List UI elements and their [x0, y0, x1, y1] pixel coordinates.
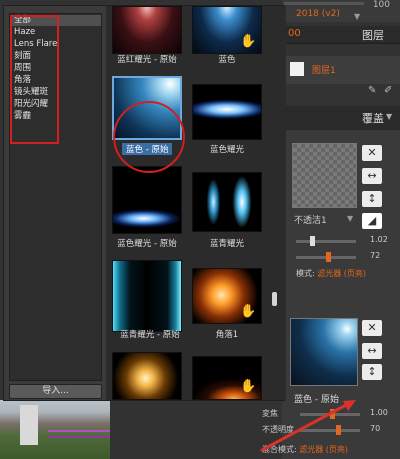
tile-caption: 蓝红耀光 - 原始 [117, 55, 177, 65]
texture-tile[interactable] [112, 6, 182, 54]
pencil-icon[interactable]: ✎ [368, 85, 376, 96]
chevron-down-icon[interactable]: ▼ [386, 112, 392, 121]
top-number: 100 [372, 0, 390, 10]
tile-caption: 蓝青耀光 - 原始 [120, 330, 180, 340]
tile-caption: 蓝色耀光 - 原始 [117, 239, 177, 249]
scrollbar-thumb[interactable] [272, 292, 277, 306]
layers-header: 00 图层 [282, 26, 400, 44]
slider-knob[interactable] [330, 409, 335, 419]
tile-caption-selected: 蓝色 - 原始 [122, 143, 173, 155]
tile-caption: 蓝色 [218, 55, 236, 65]
layers-header-number: 00 [288, 28, 301, 39]
zoom-slider[interactable] [300, 409, 360, 419]
zoom-value: 1.00 [370, 408, 388, 417]
flare-caption: 蓝色 - 原始 [294, 395, 339, 405]
photo-rail [48, 430, 110, 432]
texture-grid: 蓝红耀光 - 原始 蓝色 ✋ 蓝色 - 原始 蓝色耀光 蓝色耀光 - 原始 蓝青… [106, 6, 286, 400]
texture-tile[interactable] [192, 84, 262, 140]
blend-mode-1-value: 滤光器 (页亮) [317, 269, 367, 278]
tile-caption: 蓝青耀光 [209, 239, 244, 249]
tile-caption: 角落1 [215, 330, 239, 340]
category-item[interactable]: 角落 [10, 75, 101, 86]
slider-1[interactable] [296, 236, 356, 246]
invert-button[interactable]: ◢ [362, 213, 382, 229]
hand-icon[interactable]: ✋ [240, 34, 256, 49]
texture-tile-selected[interactable] [112, 76, 182, 140]
category-item[interactable]: Haze [10, 27, 101, 38]
texture-tile[interactable] [192, 172, 262, 232]
flare-thumbnail[interactable] [290, 318, 358, 386]
chevron-down-icon[interactable]: ▼ [354, 12, 360, 21]
blend-mode-2[interactable]: 混合模式: 滤光器 (页亮) [262, 444, 348, 455]
chevron-down-icon[interactable]: ▼ [347, 214, 353, 223]
category-item[interactable]: Lens Flare [10, 39, 101, 50]
top-strip: 100 2018 (v2) ▼ [282, 0, 400, 22]
opacity-value: 70 [370, 424, 381, 433]
category-item[interactable]: 雾霾 [10, 111, 101, 122]
texture-caption: 不透洁1 [294, 216, 327, 226]
layer-tools: ✎ ✐ [282, 84, 400, 100]
layer-name: 图层1 [312, 66, 336, 76]
slider-1-value: 1.02 [370, 235, 388, 244]
photo-post [20, 405, 38, 445]
texture-tile[interactable] [112, 166, 182, 234]
zoom-label: 変焦 [262, 409, 278, 418]
texture-tile[interactable] [112, 260, 182, 332]
blend-mode-2-label: 混合模式: [262, 445, 297, 454]
slider-2[interactable] [296, 252, 356, 262]
category-list[interactable]: 全部 Haze Lens Flare 刻面 周围 角落 镜头耀斑 阳光闪耀 雾霾 [9, 13, 102, 381]
flip-horizontal-button[interactable]: ↔ [362, 343, 382, 359]
shuffle-button[interactable]: ✕ [362, 320, 382, 336]
texture-tile[interactable] [112, 352, 182, 400]
blend-mode-1[interactable]: 模式: 滤光器 (页亮) [296, 268, 366, 279]
category-item[interactable]: 镜头耀斑 [10, 87, 101, 98]
layer-row[interactable]: 图层1 [282, 56, 400, 84]
hand-icon[interactable]: ✋ [240, 379, 256, 394]
category-item[interactable]: 阳光闪耀 [10, 99, 101, 110]
overlay-header: 覆盖 ▼ [282, 106, 400, 130]
shuffle-button[interactable]: ✕ [362, 145, 382, 161]
layers-title[interactable]: 图层 [362, 27, 384, 43]
import-button[interactable]: 导入... [9, 384, 102, 399]
tile-caption: 蓝色耀光 [209, 145, 244, 155]
top-slider[interactable] [284, 2, 364, 5]
slider-knob[interactable] [336, 425, 341, 435]
texture-thumbnail[interactable] [292, 143, 357, 208]
layer-thumbnail [290, 62, 304, 76]
slider-knob[interactable] [310, 236, 315, 246]
flip-horizontal-button[interactable]: ↔ [362, 168, 382, 184]
opacity-label: 不透明度 [262, 425, 294, 434]
slider-2-value: 72 [370, 251, 381, 260]
top-version-label[interactable]: 2018 (v2) [296, 9, 340, 19]
blend-mode-1-label: 模式: [296, 269, 315, 278]
category-item[interactable]: 周围 [10, 63, 101, 74]
app-window: 100 2018 (v2) ▼ 00 图层 图层1 ✎ ✐ 覆盖 ▼ 不透洁1 … [0, 0, 400, 459]
texture-browser-dialog: 全部 Haze Lens Flare 刻面 周围 角落 镜头耀斑 阳光闪耀 雾霾… [3, 5, 286, 401]
photo-rail [48, 436, 110, 438]
paintbrush-icon[interactable]: ✐ [384, 85, 392, 96]
category-item[interactable]: 刻面 [10, 51, 101, 62]
opacity-slider[interactable] [300, 425, 360, 435]
flip-vertical-button[interactable]: ↕ [362, 364, 382, 380]
slider-knob[interactable] [326, 252, 331, 262]
blend-mode-2-value: 滤光器 (页亮) [299, 445, 349, 454]
photo-preview [0, 400, 110, 459]
hand-icon[interactable]: ✋ [240, 304, 256, 319]
flip-vertical-button[interactable]: ↕ [362, 191, 382, 207]
overlay-title[interactable]: 覆盖 [362, 110, 384, 126]
category-item[interactable]: 全部 [10, 15, 101, 26]
